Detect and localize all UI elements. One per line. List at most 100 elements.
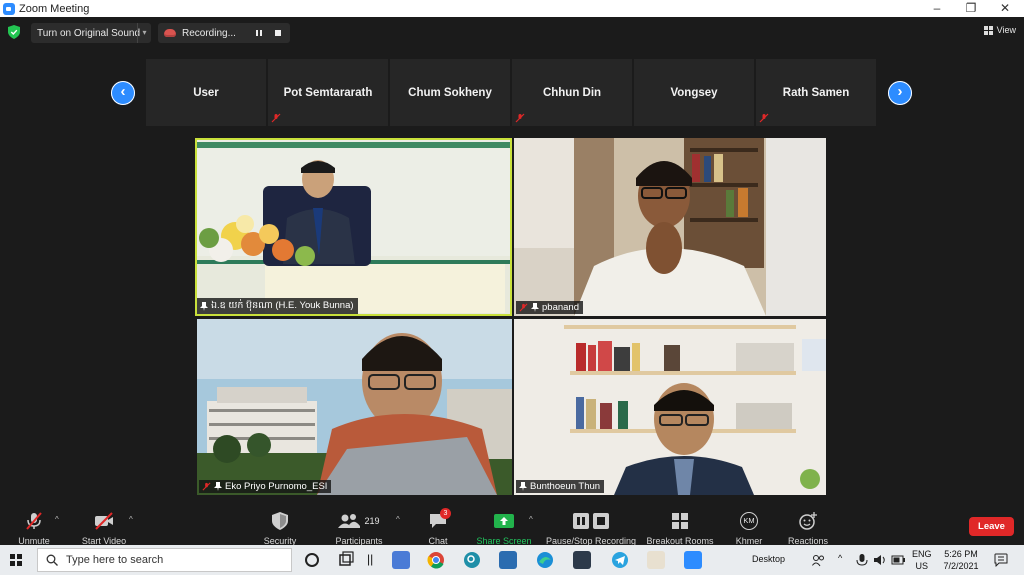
microphone-icon[interactable] — [856, 553, 868, 567]
notifications-icon[interactable] — [994, 553, 1008, 567]
windows-taskbar: Type here to search || Desktop ^ ENG US … — [0, 545, 1024, 575]
strip-participant-name: Rath Samen — [782, 86, 850, 99]
taskbar-clock[interactable]: 5:26 PM 7/2/2021 — [939, 548, 983, 572]
leave-button[interactable]: Leave — [969, 517, 1014, 536]
view-button[interactable]: View — [983, 25, 1016, 35]
share-screen-icon — [494, 514, 514, 528]
muted-mic-icon — [759, 113, 769, 123]
unmute-button[interactable]: Unmute — [0, 510, 74, 546]
strip-participant-name: Vongsey — [670, 86, 718, 99]
stop-recording-icon[interactable] — [275, 30, 281, 36]
breakout-rooms-button[interactable]: Breakout Rooms — [640, 510, 720, 546]
participant-name: Bunthoeun Thun — [530, 481, 601, 492]
grid-view-icon — [983, 25, 993, 35]
meeting-window: Turn on Original Sound ▾ Recording... Vi… — [0, 17, 1024, 562]
strip-tile[interactable]: Chum Sokheny — [390, 59, 510, 126]
close-button[interactable]: ✕ — [988, 0, 1022, 17]
original-sound-button[interactable]: Turn on Original Sound ▾ — [31, 23, 151, 43]
video-tile-1[interactable]: ឯ.ឧ យក់ ប៊ុនណា (H.E. Youk Bunna) — [195, 138, 512, 316]
video-off-icon — [95, 512, 113, 530]
strip-tile[interactable]: Vongsey — [634, 59, 754, 126]
taskbar-app-icon[interactable] — [573, 551, 591, 569]
task-view-icon[interactable] — [337, 551, 355, 569]
chevron-down-icon[interactable]: ▾ — [137, 23, 151, 43]
stop-icon — [593, 513, 609, 529]
muted-mic-icon — [26, 512, 42, 530]
pin-icon — [214, 482, 222, 491]
pin-icon — [531, 303, 539, 312]
view-label: View — [996, 25, 1016, 35]
video-tile-2[interactable]: pbanand — [514, 138, 826, 316]
video-tile-4[interactable]: Bunthoeun Thun — [514, 319, 826, 495]
cortana-icon[interactable] — [303, 551, 321, 569]
minimize-button[interactable]: – — [920, 0, 954, 17]
participants-count: 219 — [364, 516, 380, 526]
participant-label: Bunthoeun Thun — [516, 480, 605, 493]
taskbar-app-icon[interactable] — [499, 551, 517, 569]
volume-icon[interactable] — [873, 553, 887, 567]
next-page-button[interactable]: › — [888, 81, 912, 105]
video-feed — [514, 138, 826, 316]
battery-icon[interactable] — [891, 554, 905, 566]
title-bar: Zoom Meeting – ❐ ✕ — [0, 0, 1024, 17]
participant-name: pbanand — [542, 302, 579, 313]
participant-strip: User Pot Semtararath Chum Sokheny Chhun … — [146, 59, 876, 126]
smiley-plus-icon — [799, 512, 817, 530]
muted-mic-icon — [515, 113, 525, 123]
clock-time: 5:26 PM — [944, 549, 978, 559]
audio-options-chevron-icon[interactable]: ^ — [55, 515, 59, 524]
pin-icon — [519, 482, 527, 491]
show-hidden-icons-icon[interactable]: ^ — [838, 553, 842, 563]
search-app-icon[interactable] — [463, 551, 481, 569]
people-icon[interactable] — [812, 554, 825, 567]
strip-participant-name: User — [193, 86, 219, 99]
reactions-button[interactable]: Reactions — [768, 510, 848, 546]
share-options-chevron-icon[interactable]: ^ — [529, 515, 533, 524]
meeting-top-bar: Turn on Original Sound ▾ Recording... Vi… — [0, 17, 1024, 47]
edge-icon[interactable] — [536, 551, 554, 569]
taskbar-search-input[interactable]: Type here to search — [37, 548, 292, 572]
taskbar-divider-icon: || — [367, 552, 374, 566]
previous-page-button[interactable]: ‹ — [111, 81, 135, 105]
encryption-shield-icon[interactable] — [8, 25, 20, 39]
zoom-taskbar-icon[interactable] — [684, 551, 702, 569]
language-code: ENG — [912, 549, 932, 559]
window-title: Zoom Meeting — [19, 2, 90, 15]
participant-label: pbanand — [516, 301, 583, 314]
security-button[interactable]: Security — [240, 510, 320, 546]
input-language-indicator[interactable]: ENG US — [912, 548, 932, 572]
video-options-chevron-icon[interactable]: ^ — [129, 515, 133, 524]
video-tile-3[interactable]: Eko Priyo Purnomo_ESI — [197, 319, 512, 495]
strip-tile[interactable]: Chhun Din — [512, 59, 632, 126]
search-icon — [46, 554, 58, 566]
restore-button[interactable]: ❐ — [954, 0, 988, 17]
original-sound-label: Turn on Original Sound — [37, 27, 141, 39]
recording-label: Recording... — [182, 27, 236, 39]
chrome-icon[interactable] — [427, 551, 445, 569]
region-code: US — [915, 561, 929, 571]
video-feed — [197, 319, 512, 495]
pin-icon — [200, 301, 208, 311]
strip-tile[interactable]: Rath Samen — [756, 59, 876, 126]
chat-unread-badge: 3 — [440, 508, 451, 519]
desktop-toolbar-label[interactable]: Desktop — [752, 554, 785, 564]
breakout-rooms-icon — [672, 513, 688, 529]
taskbar-app-icon[interactable] — [647, 551, 665, 569]
strip-tile[interactable]: Pot Semtararath — [268, 59, 388, 126]
participant-name: ឯ.ឧ យក់ ប៊ុនណា (H.E. Youk Bunna) — [211, 300, 354, 311]
security-shield-icon — [272, 512, 288, 530]
language-initials-icon: KM — [740, 512, 758, 530]
windows-start-icon[interactable] — [10, 554, 22, 566]
clock-date: 7/2/2021 — [943, 561, 979, 571]
participant-label: Eko Priyo Purnomo_ESI — [199, 480, 332, 493]
pause-stop-recording-button[interactable]: Pause/Stop Recording — [546, 510, 636, 546]
pause-recording-icon[interactable] — [256, 30, 262, 36]
strip-tile[interactable]: User — [146, 59, 266, 126]
pause-icon — [573, 513, 589, 529]
telegram-icon[interactable] — [611, 551, 629, 569]
zoom-app-icon — [3, 2, 15, 15]
participants-button[interactable]: 219 Participants — [319, 510, 399, 546]
taskbar-app-store-icon[interactable] — [392, 551, 410, 569]
cloud-recording-icon — [164, 29, 176, 37]
strip-participant-name: Chum Sokheny — [408, 86, 492, 99]
